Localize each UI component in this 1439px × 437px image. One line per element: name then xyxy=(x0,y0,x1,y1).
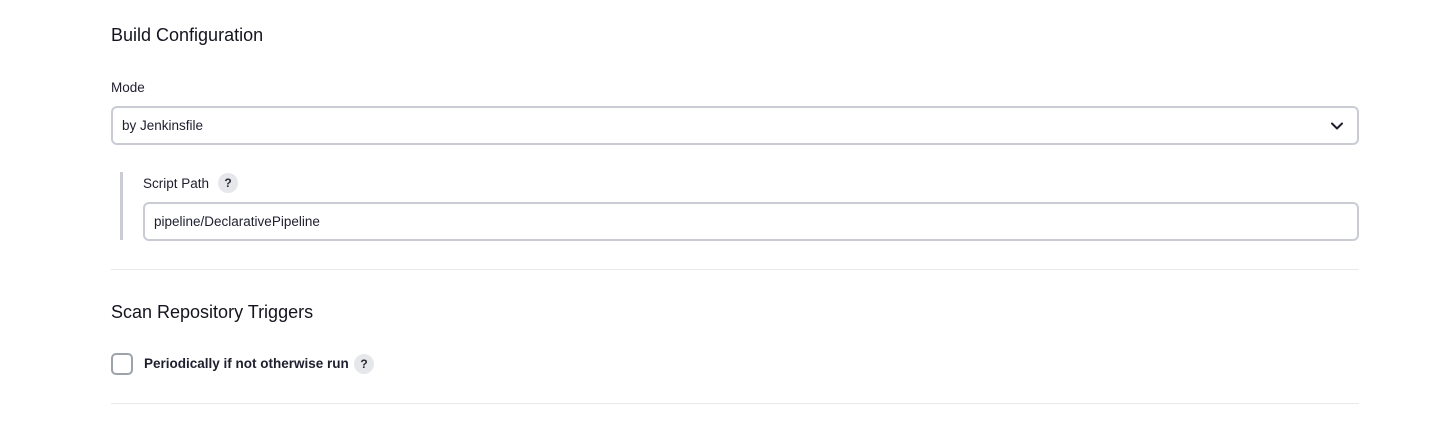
build-configuration-title: Build Configuration xyxy=(111,25,264,45)
periodic-help-icon[interactable]: ? xyxy=(354,354,374,374)
section-divider-bottom xyxy=(111,403,1359,404)
mode-select[interactable]: by Jenkinsfile xyxy=(111,106,1359,145)
script-path-help-icon[interactable]: ? xyxy=(218,173,238,193)
section-divider xyxy=(111,269,1359,270)
nested-indent-bar xyxy=(120,172,123,240)
script-path-input[interactable] xyxy=(143,202,1359,241)
periodic-checkbox[interactable] xyxy=(111,353,133,375)
mode-label: Mode xyxy=(111,80,145,95)
periodic-label[interactable]: Periodically if not otherwise run xyxy=(144,356,349,371)
mode-selected-value: by Jenkinsfile xyxy=(122,118,204,133)
script-path-label: Script Path xyxy=(143,176,210,191)
chevron-down-icon xyxy=(1331,122,1343,129)
build-config-page: Build Configuration Mode by Jenkinsfile … xyxy=(0,0,1439,437)
scan-repository-triggers-title: Scan Repository Triggers xyxy=(111,302,314,322)
